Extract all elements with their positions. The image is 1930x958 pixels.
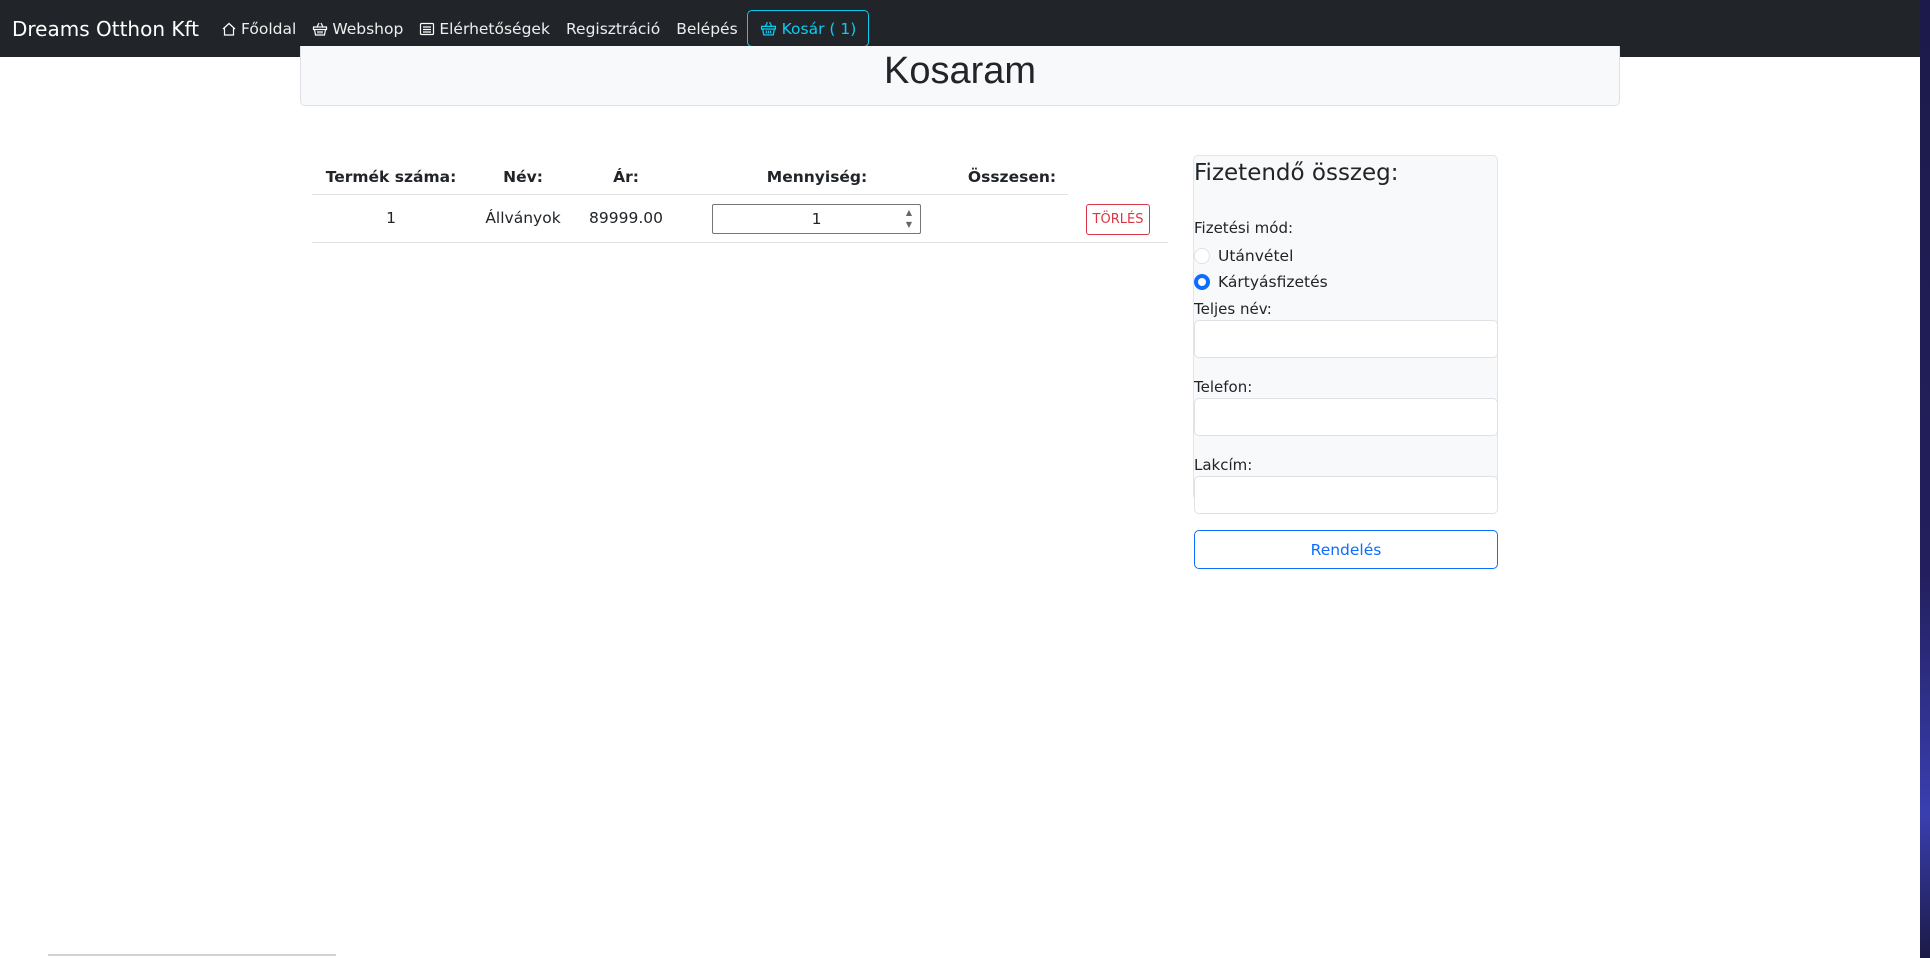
quantity-value: 1 [811,210,822,228]
column-header-number: Termék száma: [325,168,457,186]
nav-item-label: Elérhetőségek [439,19,550,38]
cell-number: 1 [386,208,396,227]
column-header-total: Összesen: [967,168,1057,186]
radio-label: Utánvétel [1218,247,1294,265]
chevron-down-icon[interactable]: ▼ [906,220,912,230]
nav-item-elerhetosegek[interactable]: Elérhetőségek [419,20,550,38]
nav-item-webshop[interactable]: Webshop [312,20,403,38]
payment-panel: Fizetendő összeg: Fizetési mód: Utánvéte… [1193,155,1498,569]
nav-item-regisztracio[interactable]: Regisztráció [566,20,660,38]
address-label: Lakcím: [1194,456,1253,474]
chevron-up-icon[interactable]: ▲ [906,208,912,218]
cart-table: Termék száma: Név: Ár: Mennyiség: Összes… [312,160,1168,243]
nav-item-label: Belépés [676,19,738,38]
address-field[interactable] [1194,476,1498,514]
column-header-price: Ár: [613,168,639,186]
radio-kartyasfizetes[interactable]: Kártyásfizetés [1194,273,1328,291]
radio-button-unchecked[interactable] [1194,248,1210,264]
phone-field[interactable] [1194,398,1498,436]
column-header-name: Név: [503,168,543,186]
list-icon [420,22,435,35]
quantity-stepper[interactable]: 1 ▲ ▼ [712,204,921,234]
table-row: 1 Állványok 89999.00 1 ▲ ▼ TÖRLÉS [312,195,1168,243]
phone-label: Telefon: [1194,378,1253,396]
cell-price: 89999.00 [589,208,663,227]
cell-name: Állványok [485,208,561,227]
delete-button[interactable]: TÖRLÉS [1086,204,1150,235]
radio-label: Kártyásfizetés [1218,273,1328,291]
desktop-background [1920,0,1930,958]
cart-button-label: Kosár ( 1) [781,19,857,38]
payment-title: Fizetendő összeg: [1194,160,1399,186]
page: Dreams Otthon Kft Főoldal Webshop Elérhe… [0,0,1920,958]
nav-item-belepes[interactable]: Belépés [676,20,737,38]
column-header-quantity: Mennyiség: [766,168,868,186]
full-name-label: Teljes név: [1194,300,1272,318]
page-header: Kosaram [300,46,1620,106]
radio-utanvetel[interactable]: Utánvétel [1194,247,1293,265]
table-header: Termék száma: Név: Ár: Mennyiség: Összes… [312,160,1068,195]
nav-item-label: Regisztráció [565,19,661,38]
basket-icon [760,21,776,36]
cart-button[interactable]: Kosár ( 1) [746,10,870,47]
basket-icon [313,22,328,36]
house-icon [222,22,236,36]
brand-link[interactable]: Dreams Otthon Kft [12,17,199,41]
nav-item-label: Főoldal [241,19,297,38]
order-button[interactable]: Rendelés [1194,530,1498,569]
spinner-arrows[interactable]: ▲ ▼ [902,208,916,230]
nav-item-label: Webshop [332,19,404,38]
nav-item-fooldal[interactable]: Főoldal [221,20,296,38]
full-name-field[interactable] [1194,320,1498,358]
page-title: Kosaram [883,50,1037,92]
scrollbar[interactable] [48,954,336,956]
payment-method-label: Fizetési mód: [1194,219,1294,237]
radio-button-checked[interactable] [1194,274,1210,290]
